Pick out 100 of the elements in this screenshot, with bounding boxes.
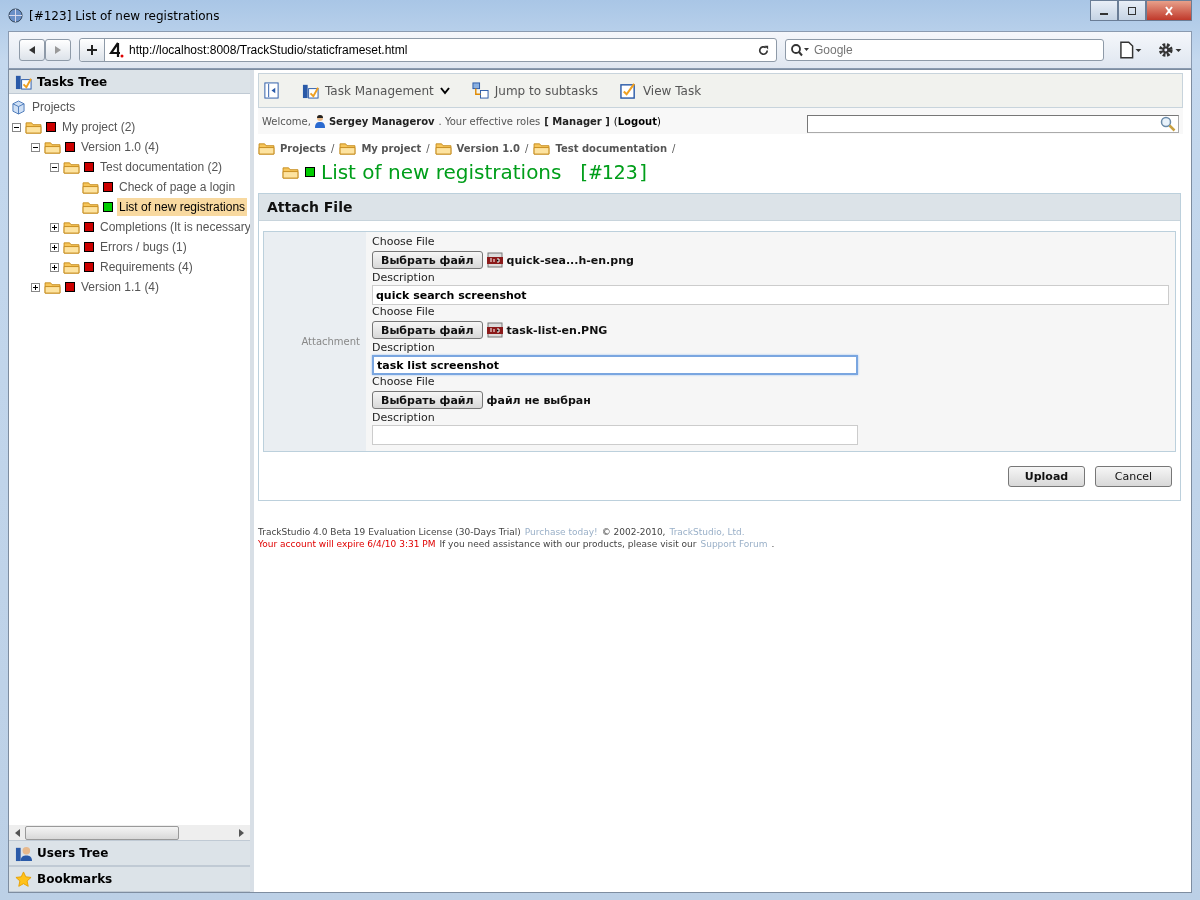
folder-icon (339, 142, 357, 155)
window-frame: [#123] List of new registrations http://localhost:8008/TrackStudio/staticframeset.html Google Tasks Tree Projects My project (2) Version 1.0 (4) Test documentation (2) Check of page a login List of new registrations Completions (It is necessary Errors / bugs (1) Requirements (4) Version 1.1 (4) Users Tree Bookmarks Task Management Jump to subtasks View Task Welcome, Sergey Managerov . Your effective roles [ Manager ] (Logout) Projects / My project / Version 1.0 / Test documentation / List of new registrations [#123] Attach File Attachment Choose File Выбрать файл quick-sea...h-en.png Description quick search screenshot Choose File Выбрать файл task-list-en.PNG Description task list screenshot Choose File Выбрать файл файл не выбран Description Upload Cancel TrackStudio 4.0 Beta 19 Evaluation License (30-Days Trial) Purchase today! © 2002-2010, TrackStudio, Ltd. Your account will expire 6/4/10 3:31 PM If you need assistance with our products, please visit our Support Forum . (0, 0, 1200, 900)
panel-header[interactable]: Users Tree (9, 840, 250, 866)
tree-item[interactable]: Test documentation (2) (98, 158, 225, 176)
caret-icon (439, 86, 450, 95)
panel-title: Tasks Tree (37, 74, 108, 89)
close-button[interactable] (1146, 0, 1192, 21)
field-label: Description (372, 271, 436, 285)
description-field[interactable]: task list screenshot (372, 355, 858, 375)
field-label: Choose File (372, 235, 436, 249)
search-icon (1160, 116, 1176, 132)
collapse-toggle[interactable] (12, 122, 21, 132)
plus-icon (86, 44, 98, 56)
toolbar-button[interactable]: View Task (619, 82, 702, 99)
breadcrumb-separator: / (331, 143, 335, 154)
add-button[interactable] (80, 39, 105, 61)
welcome-text: . Your effective roles (438, 115, 541, 127)
toolbar-button[interactable]: Jump to subtasks (471, 82, 598, 99)
cancel-button[interactable]: Cancel (1095, 466, 1172, 487)
breadcrumb-separator: / (672, 143, 676, 154)
footer-text: © 2002-2010, (601, 526, 666, 538)
minimize-icon (1100, 12, 1108, 15)
choose-file-button[interactable]: Выбрать файл (372, 321, 483, 339)
collapse-toggle[interactable] (50, 162, 59, 172)
scroll-right-icon[interactable] (238, 828, 244, 837)
panel-header[interactable]: Tasks Tree (9, 70, 250, 94)
quick-search-field[interactable] (807, 115, 1179, 133)
folder-icon (63, 160, 80, 174)
folder-icon (63, 240, 80, 254)
role-text: [ Manager ] (544, 115, 610, 127)
settings-icon[interactable] (1157, 41, 1183, 59)
panel-title: Users Tree (37, 846, 109, 860)
tree-item[interactable]: Errors / bugs (1) (98, 238, 189, 256)
folder-icon (63, 260, 80, 274)
expand-toggle[interactable] (50, 242, 59, 252)
expand-toggle[interactable] (31, 282, 40, 292)
tree-item[interactable]: Requirements (4) (98, 258, 195, 276)
reload-icon[interactable] (757, 43, 770, 57)
breadcrumb-link[interactable]: Version 1.0 (456, 143, 521, 154)
page-menu-icon[interactable] (1118, 41, 1144, 59)
task-number: [#123] (577, 160, 650, 184)
upload-button[interactable]: Upload (1008, 466, 1085, 487)
footer-text: If you need assistance with our products, please visit our (439, 538, 697, 550)
tree-item[interactable]: My project (2) (60, 118, 138, 136)
star-icon (15, 870, 32, 888)
folder-icon (282, 165, 299, 179)
tree-item[interactable]: Check of page a login (117, 178, 238, 196)
tree-item[interactable]: List of new registrations (117, 198, 248, 216)
tools-check-icon (15, 73, 32, 90)
description-field[interactable] (372, 425, 858, 445)
user-icon (314, 114, 325, 128)
user-tools-icon (15, 844, 32, 862)
description-field[interactable]: quick search screenshot (372, 285, 1169, 305)
folder-icon (44, 140, 61, 154)
user-name: Sergey Managerov (328, 115, 435, 127)
search-icon (790, 43, 810, 57)
globe-icon (8, 8, 23, 23)
scroll-left-icon[interactable] (15, 828, 21, 837)
forward-arrow-icon (53, 45, 63, 55)
tools-check-icon (302, 82, 319, 99)
breadcrumb-link[interactable]: Test documentation (555, 143, 668, 154)
search-field[interactable]: Google (785, 39, 1105, 61)
expand-toggle[interactable] (50, 222, 59, 232)
file-name: quick-sea...h-en.png (506, 253, 634, 267)
toolbar-button[interactable]: Task Management (302, 82, 450, 99)
folder-icon (258, 142, 275, 155)
tree-item[interactable]: Projects (30, 98, 78, 116)
close-icon (1163, 5, 1175, 16)
cube-icon (12, 99, 25, 115)
folder-icon (25, 120, 42, 134)
file-name: task-list-en.PNG (506, 323, 608, 337)
back-button[interactable] (19, 39, 45, 61)
expand-toggle[interactable] (50, 262, 59, 272)
tree-item[interactable]: Completions (It is necessary (98, 218, 250, 236)
collapse-panel-icon[interactable] (263, 82, 280, 99)
tree-item[interactable]: Version 1.0 (4) (79, 138, 162, 156)
breadcrumb-separator: / (525, 143, 529, 154)
footer-text: TrackStudio 4.0 Beta 19 Evaluation License (30-Days Trial) (258, 526, 521, 538)
breadcrumb-link[interactable]: Projects (280, 143, 326, 154)
minimize-button[interactable] (1090, 0, 1118, 21)
folder-icon (82, 200, 99, 214)
logout-link[interactable]: (Logout) (613, 115, 661, 127)
breadcrumb-link[interactable]: My project (361, 143, 422, 154)
back-arrow-icon (27, 45, 37, 55)
checkbox-icon (619, 82, 637, 99)
image-file-icon (486, 322, 503, 338)
form-title: Attach File (267, 199, 353, 215)
site-logo-icon (109, 42, 125, 58)
collapse-toggle[interactable] (31, 142, 40, 152)
breadcrumb-separator: / (426, 143, 430, 154)
panel-header[interactable]: Bookmarks (9, 866, 250, 892)
expiry-warning: Your account will expire 6/4/10 3:31 PM (258, 538, 436, 550)
folder-icon (533, 142, 551, 155)
window-title: [#123] List of new registrations (29, 8, 220, 23)
tree-item[interactable]: Version 1.1 (4) (79, 278, 162, 296)
horizontal-scrollbar[interactable] (9, 825, 250, 840)
maximize-button[interactable] (1118, 0, 1146, 21)
choose-file-button[interactable]: Выбрать файл (372, 391, 483, 409)
choose-file-button[interactable]: Выбрать файл (372, 251, 483, 269)
folder-icon (82, 180, 99, 194)
